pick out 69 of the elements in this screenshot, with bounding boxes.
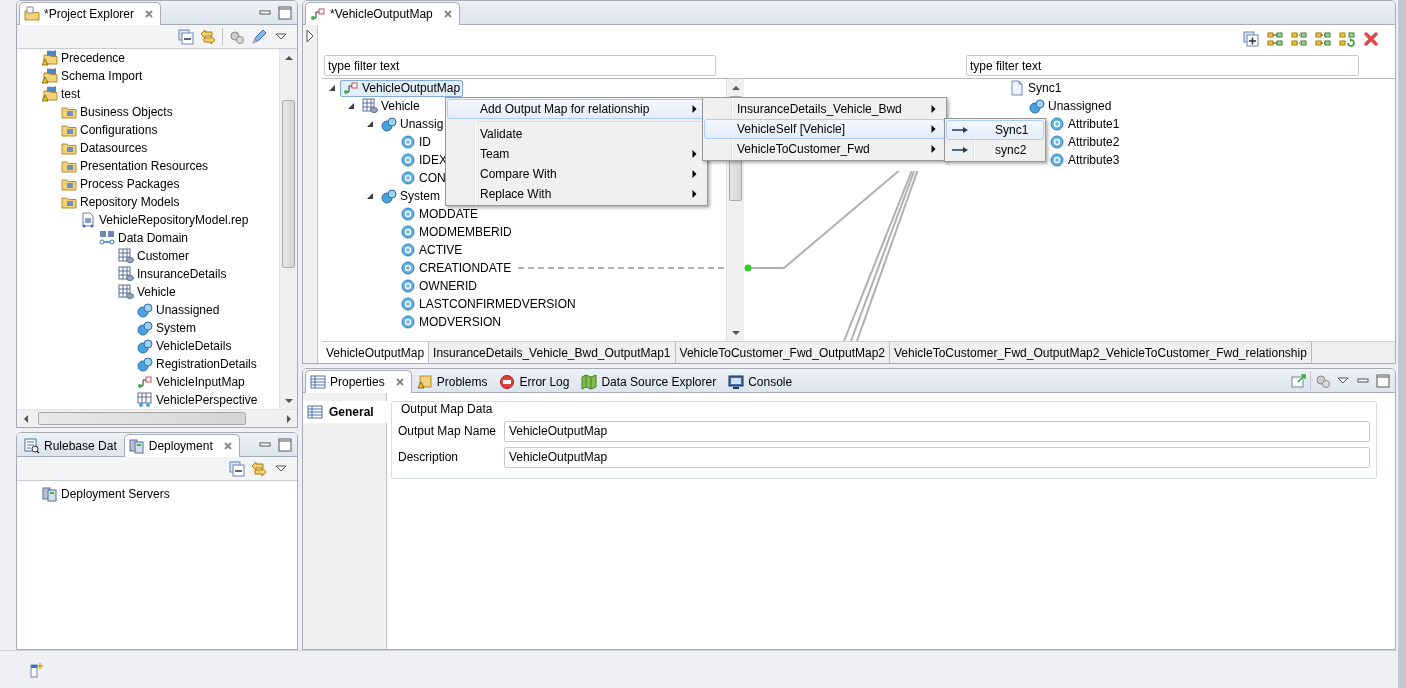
tree-item[interactable]: VehicleDetails [134,337,235,355]
tree-item[interactable]: MODVERSION [397,313,504,331]
menu-item[interactable]: Validate [447,124,706,144]
tree-item[interactable]: Unassig [378,115,447,133]
tab[interactable]: Properties [305,370,412,393]
tree-item[interactable]: VehiclePerspective [134,391,261,409]
tab[interactable]: InsuranceDetails_Vehicle_Bwd_OutputMap1 [429,342,676,363]
tab[interactable]: VehicleOutputMap [322,342,430,363]
menu-item[interactable]: Sync1 [946,120,1044,140]
tree-item[interactable]: Deployment Servers [39,485,173,503]
tree-item[interactable]: MODMEMBERID [397,223,515,241]
tree-item[interactable]: Datasources [58,139,151,157]
tree-item[interactable]: LASTCONFIRMEDVERSION [397,295,579,313]
tab[interactable]: VehicleToCustomer_Fwd_OutputMap2_VehicleToCustomer_Fwd_relationship [890,342,1312,363]
tree-item[interactable]: Attribute1 [1046,115,1123,133]
tree-item[interactable]: Presentation Resources [58,157,212,175]
tab[interactable]: VehicleToCustomer_Fwd_OutputMap2 [675,342,890,363]
tab[interactable]: *VehicleOutputMap [305,2,460,25]
tab[interactable]: Console [723,371,800,392]
tree-item[interactable]: System [134,319,199,337]
group-title: Output Map Data [400,402,494,416]
tab[interactable]: Problems [411,371,495,392]
tree-item[interactable]: RegistrationDetails [134,355,260,373]
tree-item[interactable]: CREATIONDATE [397,259,515,277]
tree-item[interactable]: CON [397,169,449,187]
tree-item[interactable]: Data Domain [96,229,192,247]
menu-item[interactable]: Replace With [447,184,706,204]
filter-field[interactable]: type filter text [324,55,716,76]
menu-item[interactable]: VehicleSelf [Vehicle] [704,119,945,139]
text-field[interactable]: VehicleOutputMap [504,420,1370,442]
menu-item[interactable]: Compare With [447,164,706,184]
tree-item[interactable]: Precedence [39,49,129,67]
tree-item[interactable]: VehicleRepositoryModel.rep [77,211,252,229]
tree-item[interactable]: Attribute3 [1046,151,1123,169]
tree-item[interactable]: Sync1 [1006,79,1065,97]
menu-item[interactable]: VehicleToCustomer_Fwd [704,139,945,159]
tree-item[interactable]: test [39,85,84,103]
tab[interactable]: Error Log [494,371,577,392]
tree-item[interactable]: Repository Models [58,193,183,211]
tab[interactable]: Rulebase Dat [19,435,124,456]
tree-item[interactable]: Unassigned [134,301,223,319]
tab[interactable]: Data Source Explorer [576,371,724,392]
tree-item[interactable]: Business Objects [58,103,176,121]
field-label: Description [398,450,460,464]
tree-item[interactable]: MODDATE [397,205,482,223]
tree-item[interactable]: Process Packages [58,175,183,193]
tree-item[interactable]: InsuranceDetails [115,265,230,283]
tab[interactable]: *Project Explorer [19,2,162,25]
tree-item[interactable]: ID [397,133,434,151]
menu-item[interactable]: InsuranceDetails_Vehicle_Bwd [704,99,945,119]
tree-item[interactable]: Vehicle [359,97,423,115]
tree-item[interactable]: Unassigned [1026,97,1115,115]
tree-item[interactable]: VehicleOutputMap [340,79,464,97]
tab[interactable]: General [303,401,387,423]
text-field[interactable]: VehicleOutputMap [504,446,1370,468]
tree-item[interactable]: System [378,187,443,205]
menu-item[interactable]: Team [447,144,706,164]
tree-item[interactable]: OWNERID [397,277,480,295]
tree-item[interactable]: Schema Import [39,67,146,85]
tree-item[interactable]: VehicleInputMap [134,373,248,391]
menu-item[interactable]: sync2 [946,140,1044,160]
tree-item[interactable]: Configurations [58,121,161,139]
field-label: Output Map Name [398,424,498,438]
tree-item[interactable]: ACTIVE [397,241,466,259]
filter-field[interactable]: type filter text [966,55,1359,76]
tab[interactable]: Deployment [123,434,240,457]
tree-item[interactable]: Attribute2 [1046,133,1123,151]
tree-item[interactable]: Vehicle [115,283,179,301]
tree-item[interactable]: Customer [115,247,192,265]
